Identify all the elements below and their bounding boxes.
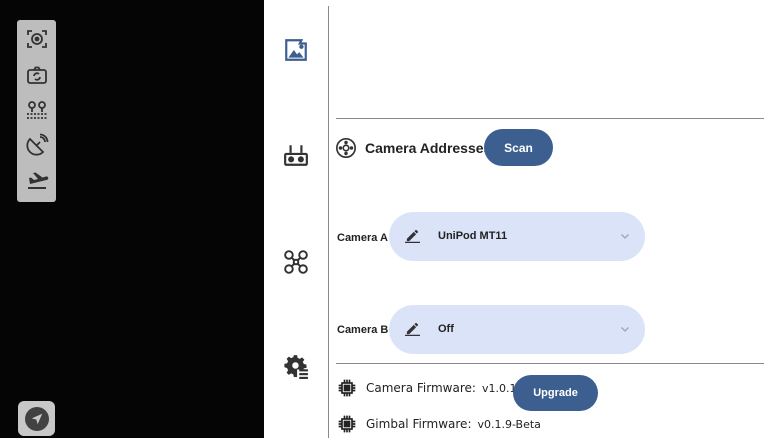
drone-icon[interactable] <box>280 246 312 278</box>
edit-icon <box>405 229 420 243</box>
gear-settings-icon[interactable] <box>280 350 312 382</box>
camera-search-icon <box>336 138 356 158</box>
target-icon[interactable] <box>21 23 52 54</box>
photo-settings-icon[interactable] <box>280 34 312 66</box>
camera-a-label: Camera A <box>337 232 388 244</box>
flight-land-icon[interactable] <box>21 164 52 195</box>
camera-firmware-label: Camera Firmware: <box>366 381 476 395</box>
chip-icon <box>338 415 356 433</box>
scan-button[interactable]: Scan <box>484 129 553 166</box>
gimbal-firmware-version: v0.1.9-Beta <box>477 417 541 431</box>
satellite-dish-icon[interactable] <box>21 129 52 160</box>
camera-a-select[interactable]: UniPod MT11 <box>389 212 645 261</box>
camera-toolbar <box>17 20 56 202</box>
edit-icon <box>405 322 420 336</box>
camera-a-value: UniPod MT11 <box>438 230 508 242</box>
camera-feed[interactable] <box>0 0 264 438</box>
chevron-down-icon <box>621 234 629 239</box>
camera-firmware-version: v1.0.1 <box>481 381 517 395</box>
chevron-down-icon <box>621 327 629 332</box>
camera-b-value: Off <box>438 323 454 335</box>
gimbal-firmware-row: Gimbal Firmware: v0.1.9-Beta <box>337 414 541 434</box>
upgrade-button[interactable]: Upgrade <box>513 375 598 411</box>
section-divider <box>336 118 764 119</box>
gimbal-firmware-label: Gimbal Firmware: <box>366 417 472 431</box>
camera-b-label: Camera B <box>337 324 389 336</box>
nav-divider <box>328 6 329 438</box>
camera-rotate-icon[interactable] <box>21 59 52 90</box>
waypoint-icon[interactable] <box>21 94 52 125</box>
chip-icon <box>338 379 356 397</box>
camera-addresses-title: Camera Addresses <box>365 140 492 156</box>
camera-firmware-row: Camera Firmware: v1.0.1 <box>337 378 516 398</box>
remote-controller-icon[interactable] <box>280 139 312 171</box>
firmware-divider <box>336 363 764 364</box>
send-icon <box>24 406 49 431</box>
camera-b-select[interactable]: Off <box>389 305 645 354</box>
settings-nav <box>264 0 328 438</box>
send-button[interactable] <box>18 401 55 436</box>
